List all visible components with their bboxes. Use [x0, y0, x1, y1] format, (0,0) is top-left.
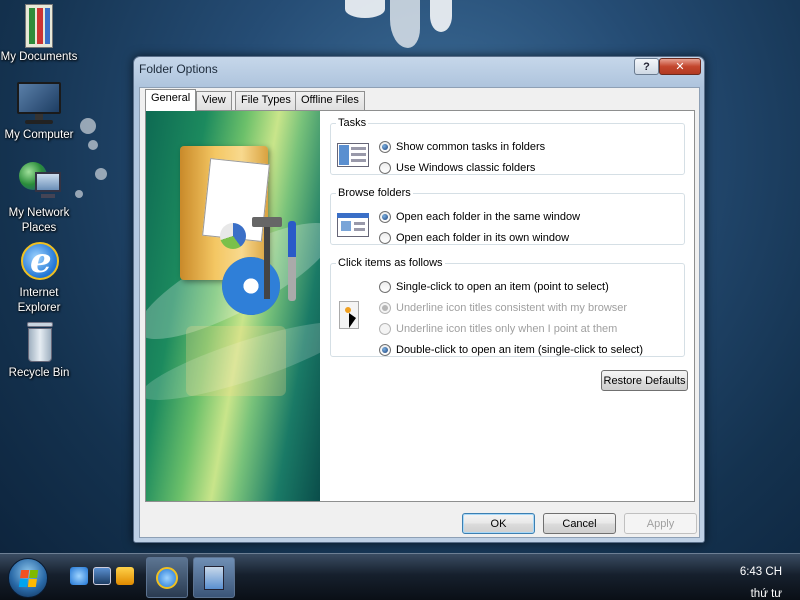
desktop-icon-recycle-bin[interactable]: Recycle Bin [0, 320, 78, 381]
tasks-group: Tasks Show common tasks in folders Use W… [330, 117, 685, 175]
tab-offline-files[interactable]: Offline Files [295, 91, 365, 110]
tab-label: View [202, 94, 226, 106]
quicklaunch-media-player-icon[interactable] [116, 567, 134, 585]
internet-explorer-icon [156, 566, 178, 589]
radio-button[interactable] [379, 141, 391, 153]
gear-icon [222, 257, 280, 315]
clock-time: 6:43 CH [739, 566, 782, 578]
group-legend: Click items as follows [338, 257, 443, 269]
group-legend: Tasks [338, 117, 367, 129]
apply-button: Apply [624, 513, 697, 534]
folder-options-window[interactable]: Folder Options ? ✕ General View File Typ… [133, 56, 705, 543]
radio-show-common-tasks[interactable]: Show common tasks in folders [379, 139, 545, 155]
tab-general[interactable]: General [145, 89, 197, 111]
radio-label: Single-click to open an item (point to s… [396, 281, 609, 293]
radio-button[interactable] [379, 232, 391, 244]
taskbar-folder-options-button[interactable] [193, 557, 235, 598]
screwdriver-icon [288, 221, 296, 301]
radio-own-window[interactable]: Open each folder in its own window [379, 230, 569, 246]
ok-button[interactable]: OK [462, 513, 535, 534]
radio-label: Use Windows classic folders [396, 162, 536, 174]
my-documents-icon [17, 4, 61, 48]
browse-folders-group: Browse folders Open each folder in the s… [330, 187, 685, 245]
tab-label: File Types [241, 94, 291, 106]
window-title: Folder Options [139, 62, 218, 76]
radio-label: Show common tasks in folders [396, 141, 546, 153]
help-button[interactable]: ? [634, 58, 659, 75]
radio-label: Underline icon titles consistent with my… [396, 302, 628, 314]
window-pane-icon [337, 213, 369, 239]
radio-same-window[interactable]: Open each folder in the same window [379, 209, 580, 225]
radio-double-click[interactable]: Double-click to open an item (single-cli… [379, 342, 643, 358]
hammer-icon [264, 219, 270, 299]
quicklaunch-internet-explorer-icon[interactable] [70, 567, 88, 585]
restore-defaults-button[interactable]: Restore Defaults [601, 370, 688, 391]
radio-button [379, 323, 391, 335]
radio-label: Double-click to open an item (single-cli… [396, 344, 643, 356]
desktop-icon-label: My Network Places [8, 207, 70, 234]
tasks-pane-icon [337, 143, 369, 169]
dialog-client-area: General View File Types Offline Files Ta… [139, 87, 700, 538]
start-button[interactable] [8, 558, 48, 598]
desktop-icon-my-documents[interactable]: My Documents [0, 4, 78, 65]
radio-label: Open each folder in its own window [396, 232, 570, 244]
close-icon: ✕ [675, 61, 685, 73]
tab-file-types[interactable]: File Types [235, 91, 297, 110]
radio-button[interactable] [379, 281, 391, 293]
taskbar: 6:43 CH thứ tư [0, 553, 800, 600]
radio-label: Underline icon titles only when I point … [396, 323, 618, 335]
radio-single-click[interactable]: Single-click to open an item (point to s… [379, 279, 609, 295]
folder-options-illustration [146, 111, 320, 501]
close-button[interactable]: ✕ [659, 58, 701, 75]
quicklaunch-show-desktop-icon[interactable] [93, 567, 111, 585]
desktop-icon-internet-explorer[interactable]: e Internet Explorer [0, 240, 78, 316]
taskbar-internet-explorer-button[interactable] [146, 557, 188, 598]
tab-label: General [151, 92, 191, 104]
system-clock[interactable]: 6:43 CH thứ tư [740, 561, 782, 600]
desktop-icon-label: My Documents [0, 51, 78, 63]
radio-label: Open each folder in the same window [396, 211, 581, 223]
windows-logo-icon [18, 569, 38, 587]
desktop-icon-my-computer[interactable]: My Computer [0, 82, 78, 143]
recycle-bin-icon [17, 320, 61, 364]
internet-explorer-icon: e [17, 240, 61, 284]
group-legend: Browse folders [338, 187, 411, 199]
radio-underline-browser: Underline icon titles consistent with my… [379, 300, 627, 316]
desktop-icon-label: Recycle Bin [8, 367, 70, 379]
radio-button[interactable] [379, 344, 391, 356]
tab-label: Offline Files [301, 94, 359, 106]
desktop-icon-label: My Computer [4, 129, 74, 141]
desktop-icon-label: Internet Explorer [17, 287, 61, 314]
network-icon [17, 160, 61, 204]
computer-icon [17, 82, 61, 126]
control-panel-icon [204, 565, 224, 590]
click-items-group: Click items as follows Single-click to o… [330, 257, 685, 357]
tab-view[interactable]: View [196, 91, 232, 110]
radio-underline-hover: Underline icon titles only when I point … [379, 321, 617, 337]
pointer-click-icon [337, 301, 363, 333]
clock-day: thứ tư [750, 588, 782, 600]
cancel-button[interactable]: Cancel [543, 513, 616, 534]
desktop-icon-my-network-places[interactable]: My Network Places [0, 160, 78, 236]
radio-button[interactable] [379, 211, 391, 223]
general-tab-panel: Tasks Show common tasks in folders Use W… [145, 110, 695, 502]
help-icon: ? [643, 60, 650, 73]
radio-button [379, 302, 391, 314]
radio-classic-folders[interactable]: Use Windows classic folders [379, 160, 535, 176]
radio-button[interactable] [379, 162, 391, 174]
